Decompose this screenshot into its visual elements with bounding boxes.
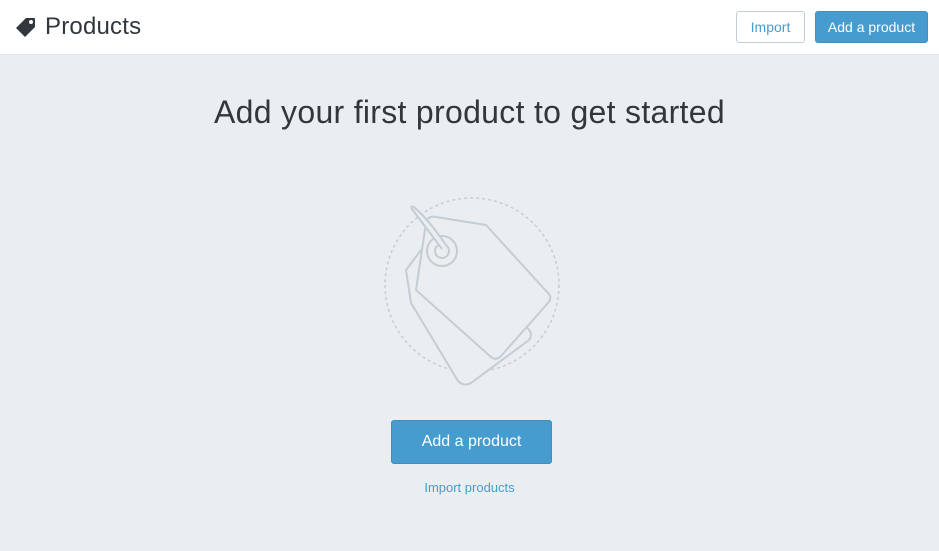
page-header: Products Import Add a product bbox=[0, 0, 939, 55]
add-product-primary-button[interactable]: Add a product bbox=[391, 420, 552, 464]
add-product-button[interactable]: Add a product bbox=[815, 11, 928, 43]
page-title-group: Products bbox=[15, 12, 141, 42]
import-products-link[interactable]: Import products bbox=[424, 480, 514, 495]
product-tags-illustration bbox=[376, 195, 568, 390]
import-products-link-wrap: Import products bbox=[0, 479, 939, 497]
tag-icon bbox=[15, 16, 37, 38]
page-title: Products bbox=[45, 13, 142, 40]
empty-state-heading: Add your first product to get started bbox=[214, 94, 725, 130]
import-button[interactable]: Import bbox=[736, 11, 805, 43]
